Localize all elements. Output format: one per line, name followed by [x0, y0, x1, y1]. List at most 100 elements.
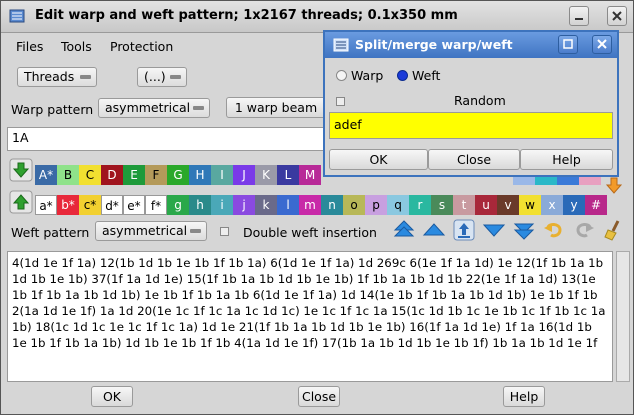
weft-mode-value: asymmetrical: [102, 223, 188, 238]
palette-cell[interactable]: c*: [79, 195, 101, 215]
palette-cell[interactable]: M: [299, 165, 321, 185]
warp-mode-combo[interactable]: asymmetrical: [98, 98, 210, 118]
combo-arrow-icon: [193, 106, 204, 110]
palette-cell[interactable]: g: [167, 195, 189, 215]
palette-cell[interactable]: J: [233, 165, 255, 185]
split-merge-dialog: Split/merge warp/weft Warp Weft Random a…: [323, 30, 619, 177]
random-label: Random: [454, 93, 506, 108]
palette-cell[interactable]: D: [101, 165, 123, 185]
palette-cell[interactable]: F: [145, 165, 167, 185]
palette-cell[interactable]: h: [189, 195, 211, 215]
minimize-button[interactable]: [569, 6, 589, 26]
weft-pattern-label: Weft pattern: [11, 225, 90, 240]
minimize-icon: [575, 18, 583, 20]
combo-arrow-icon: [80, 75, 91, 79]
palette-cell[interactable]: y: [563, 195, 585, 215]
palette-cell[interactable]: a*: [35, 195, 57, 215]
palette-cell[interactable]: w: [519, 195, 541, 215]
swap-icon[interactable]: [604, 175, 624, 195]
radio-weft-label: Weft: [412, 68, 441, 83]
help-button[interactable]: Help: [503, 386, 545, 407]
palette-cell[interactable]: j: [233, 195, 255, 215]
palette-cell[interactable]: K: [255, 165, 277, 185]
dialog-maximize-button[interactable]: [558, 35, 578, 54]
palette-cell[interactable]: s: [431, 195, 453, 215]
close-button[interactable]: Close: [298, 386, 340, 407]
warp-beam-button[interactable]: 1 warp beam: [226, 97, 326, 118]
move-up-icon[interactable]: [9, 190, 33, 214]
close-icon: [612, 11, 622, 21]
radio-weft[interactable]: [397, 70, 408, 81]
more-combo[interactable]: (...): [137, 67, 187, 87]
palette-cell[interactable]: f*: [145, 195, 167, 215]
combo-arrow-icon: [190, 229, 201, 233]
palette-cell[interactable]: b*: [57, 195, 79, 215]
palette-cell[interactable]: r: [409, 195, 431, 215]
palette-cell[interactable]: B: [57, 165, 79, 185]
move-down-icon[interactable]: [9, 158, 33, 182]
move-top-icon[interactable]: [392, 218, 416, 242]
dialog-close-text-button[interactable]: Close: [428, 149, 520, 170]
weft-scrollbar[interactable]: [616, 251, 630, 382]
palette-cell[interactable]: x: [541, 195, 563, 215]
random-checkbox[interactable]: [336, 97, 345, 106]
dialog-title-bar: Split/merge warp/weft: [325, 32, 617, 58]
menu-tools[interactable]: Tools: [61, 39, 92, 54]
warp-mode-value: asymmetrical: [105, 100, 191, 115]
palette-cell[interactable]: o: [343, 195, 365, 215]
palette-cell[interactable]: I: [211, 165, 233, 185]
dialog-help-button[interactable]: Help: [520, 149, 613, 170]
split-input[interactable]: adef: [329, 112, 613, 139]
clear-broom-icon[interactable]: [602, 218, 626, 242]
palette-cell[interactable]: i: [211, 195, 233, 215]
dialog-title: Split/merge warp/weft: [355, 37, 513, 52]
threads-combo[interactable]: Threads: [17, 67, 97, 87]
dialog-ok-button[interactable]: OK: [329, 149, 428, 170]
palette-cell[interactable]: n: [321, 195, 343, 215]
warp-pattern-label: Warp pattern: [11, 102, 94, 117]
threads-combo-label: Threads: [24, 69, 75, 84]
warp-pattern-field[interactable]: 1A: [7, 127, 327, 151]
maximize-icon: [563, 39, 573, 49]
dialog-close-button[interactable]: [592, 35, 612, 54]
palette-cell[interactable]: #: [585, 195, 607, 215]
palette-cell[interactable]: L: [277, 165, 299, 185]
palette-cell[interactable]: H: [189, 165, 211, 185]
undo-icon[interactable]: [542, 218, 566, 242]
import-icon[interactable]: [452, 218, 476, 242]
palette-cell[interactable]: d*: [101, 195, 123, 215]
close-icon: [597, 39, 607, 49]
palette-cell[interactable]: p: [365, 195, 387, 215]
palette-cell[interactable]: k: [255, 195, 277, 215]
palette-cell[interactable]: C: [79, 165, 101, 185]
weft-pattern-textarea[interactable]: 4(1d 1e 1f 1a) 12(1b 1d 1b 1e 1b 1f 1b 1…: [7, 251, 613, 382]
radio-warp-label: Warp: [351, 68, 384, 83]
ok-button[interactable]: OK: [91, 386, 133, 407]
move-bottom-icon[interactable]: [512, 218, 536, 242]
close-window-button[interactable]: [607, 6, 627, 26]
double-weft-checkbox[interactable]: [220, 227, 229, 236]
redo-icon[interactable]: [572, 218, 596, 242]
weft-mode-combo[interactable]: asymmetrical: [95, 221, 207, 241]
combo-arrow-icon: [170, 75, 181, 79]
palette-cell[interactable]: e*: [123, 195, 145, 215]
menu-files[interactable]: Files: [16, 39, 43, 54]
palette-cell[interactable]: q: [387, 195, 409, 215]
radio-warp[interactable]: [336, 70, 347, 81]
move-up-arrow-icon[interactable]: [422, 218, 446, 242]
dialog-app-icon: [333, 38, 349, 52]
palette-cell[interactable]: v: [497, 195, 519, 215]
palette-cell[interactable]: m: [299, 195, 321, 215]
palette-cell[interactable]: u: [475, 195, 497, 215]
app-icon: [9, 9, 25, 23]
palette-cell[interactable]: G: [167, 165, 189, 185]
palette-cell[interactable]: t: [453, 195, 475, 215]
title-bar: Edit warp and weft pattern; 1x2167 threa…: [1, 1, 633, 33]
menu-protection[interactable]: Protection: [110, 39, 173, 54]
palette-cell[interactable]: l: [277, 195, 299, 215]
window-title: Edit warp and weft pattern; 1x2167 threa…: [35, 8, 458, 23]
move-down-arrow-icon[interactable]: [482, 218, 506, 242]
palette-cell[interactable]: E: [123, 165, 145, 185]
more-combo-label: (...): [144, 69, 166, 84]
palette-cell[interactable]: A*: [35, 165, 57, 185]
